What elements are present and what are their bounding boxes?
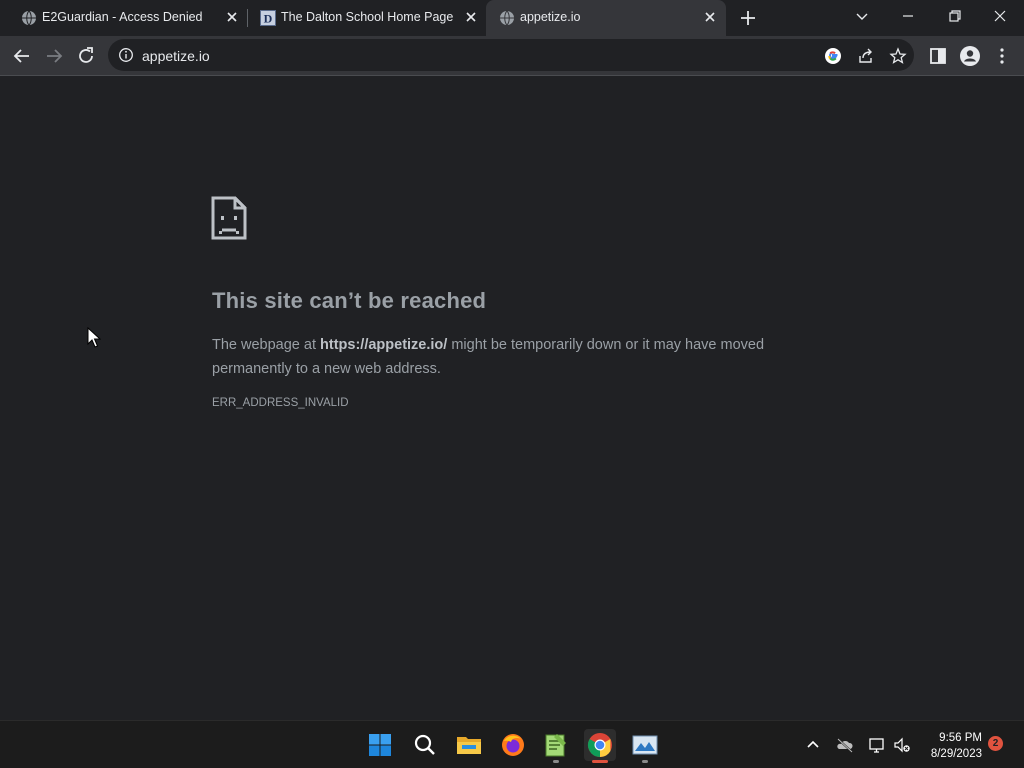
active-indicator bbox=[592, 760, 608, 763]
onedrive-offline-icon[interactable] bbox=[836, 736, 854, 754]
windows-start-icon bbox=[369, 734, 391, 756]
photos-icon bbox=[632, 735, 658, 755]
close-tab-icon[interactable] bbox=[224, 9, 240, 25]
back-button[interactable] bbox=[11, 45, 33, 67]
error-code: ERR_ADDRESS_INVALID bbox=[212, 397, 349, 409]
taskbar-photos[interactable] bbox=[629, 729, 661, 763]
reload-button[interactable] bbox=[75, 45, 97, 67]
site-info-icon[interactable] bbox=[118, 47, 134, 63]
svg-text:D: D bbox=[264, 12, 273, 26]
clock-time: 9:56 PM bbox=[939, 732, 982, 744]
tab-appetize[interactable]: appetize.io bbox=[486, 0, 726, 36]
sad-page-icon bbox=[211, 196, 247, 240]
minimize-button[interactable] bbox=[898, 6, 918, 26]
tab-search-chevron-icon[interactable] bbox=[852, 6, 872, 26]
google-lens-icon[interactable] bbox=[824, 47, 842, 65]
chrome-icon bbox=[587, 733, 612, 757]
address-bar[interactable]: appetize.io bbox=[108, 39, 914, 71]
system-clock[interactable]: 9:56 PM 8/29/2023 bbox=[918, 730, 982, 762]
notification-badge[interactable]: 2 bbox=[988, 736, 1003, 751]
tab-title: E2Guardian - Access Denied bbox=[42, 10, 203, 24]
new-tab-button[interactable] bbox=[738, 8, 758, 28]
taskbar-chrome[interactable] bbox=[584, 729, 616, 763]
search-icon bbox=[414, 734, 435, 755]
close-tab-icon[interactable] bbox=[463, 9, 479, 25]
error-message-prefix: The webpage at bbox=[212, 337, 321, 353]
running-indicator bbox=[642, 760, 648, 763]
share-icon[interactable] bbox=[857, 47, 875, 65]
profile-avatar-icon[interactable] bbox=[959, 45, 981, 67]
notepad-plus-icon bbox=[545, 734, 566, 757]
taskbar-search-button[interactable] bbox=[409, 729, 441, 761]
firefox-icon bbox=[502, 734, 524, 756]
globe-icon bbox=[22, 10, 36, 26]
url-text[interactable]: appetize.io bbox=[142, 48, 210, 64]
forward-button[interactable] bbox=[43, 45, 65, 67]
tab-title: appetize.io bbox=[520, 10, 581, 24]
clock-date: 8/29/2023 bbox=[930, 748, 982, 760]
menu-kebab-icon[interactable] bbox=[991, 45, 1013, 67]
taskbar-firefox[interactable] bbox=[497, 729, 529, 761]
dalton-d-icon: D bbox=[260, 10, 276, 26]
mouse-cursor-icon bbox=[87, 327, 101, 348]
taskbar-file-explorer[interactable] bbox=[453, 729, 485, 761]
start-button[interactable] bbox=[364, 729, 396, 761]
taskbar-notepad-plus[interactable] bbox=[540, 729, 572, 763]
side-panel-icon[interactable] bbox=[927, 45, 949, 67]
running-indicator bbox=[553, 760, 559, 763]
tab-e2guardian[interactable]: E2Guardian - Access Denied bbox=[8, 0, 246, 34]
error-message: The webpage at https://appetize.io/ migh… bbox=[212, 333, 822, 381]
tab-dalton-school[interactable]: D The Dalton School Home Page bbox=[247, 0, 485, 34]
tab-title: The Dalton School Home Page bbox=[281, 10, 454, 24]
restore-button[interactable] bbox=[945, 6, 965, 26]
show-hidden-icons-chevron-icon[interactable] bbox=[804, 736, 822, 754]
close-window-button[interactable] bbox=[990, 6, 1010, 26]
volume-muted-icon[interactable] bbox=[893, 736, 911, 754]
error-page: This site can’t be reached The webpage a… bbox=[0, 77, 1024, 720]
file-explorer-icon bbox=[457, 737, 481, 754]
close-tab-icon[interactable] bbox=[702, 9, 718, 25]
browser-toolbar: appetize.io bbox=[0, 36, 1024, 76]
windows-taskbar: 9:56 PM 8/29/2023 bbox=[0, 720, 1024, 768]
network-disconnected-icon[interactable] bbox=[868, 736, 886, 754]
globe-icon bbox=[500, 10, 514, 26]
error-title: This site can’t be reached bbox=[212, 288, 487, 313]
error-message-url: https://appetize.io/ bbox=[320, 337, 448, 353]
bookmark-star-icon[interactable] bbox=[889, 47, 907, 65]
tab-strip: E2Guardian - Access Denied D The Dalton … bbox=[0, 0, 1024, 36]
